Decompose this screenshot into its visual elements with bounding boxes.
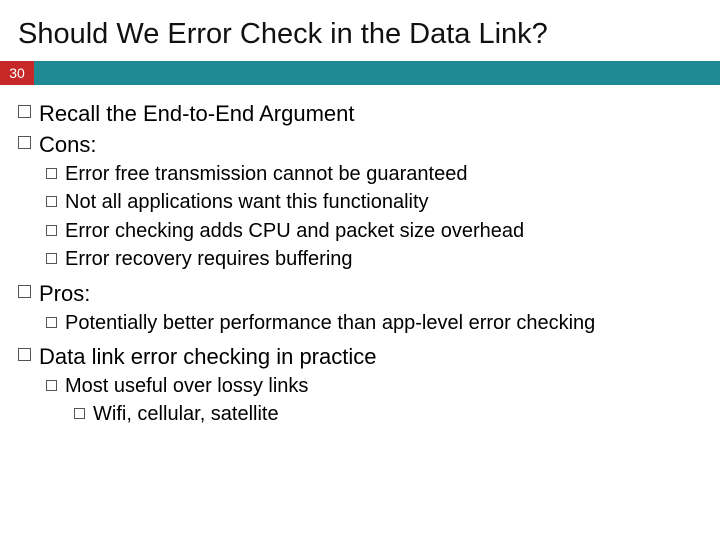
bullet-text: Pros:: [39, 279, 702, 308]
bullet-text: Recall the End-to-End Argument: [39, 99, 702, 128]
slide-number-badge: 30: [0, 61, 34, 85]
bullet-box-icon: [18, 348, 31, 361]
bullet-text: Error free transmission cannot be guaran…: [65, 161, 702, 187]
bullet-box-icon: [46, 225, 57, 236]
bullet-text: Most useful over lossy links: [65, 373, 702, 399]
bullet-text: Wifi, cellular, satellite: [93, 401, 702, 427]
bullet-box-icon: [18, 285, 31, 298]
bullet-pros: Pros:: [18, 279, 702, 308]
bullet-text: Not all applications want this functiona…: [65, 189, 702, 215]
bullet-box-icon: [46, 168, 57, 179]
bullet-box-icon: [74, 408, 85, 419]
bullet-box-icon: [18, 136, 31, 149]
slide-title: Should We Error Check in the Data Link?: [0, 18, 720, 61]
bullet-box-icon: [46, 253, 57, 264]
bullet-practice: Data link error checking in practice: [18, 342, 702, 371]
sub-sub-bullet: Wifi, cellular, satellite: [74, 401, 702, 427]
bullet-box-icon: [46, 317, 57, 328]
sub-bullet: Error checking adds CPU and packet size …: [46, 218, 702, 244]
bullet-box-icon: [46, 196, 57, 207]
sub-bullet: Most useful over lossy links: [46, 373, 702, 399]
header-bar-fill: [34, 61, 720, 85]
bullet-box-icon: [46, 380, 57, 391]
bullet-text: Cons:: [39, 130, 702, 159]
sub-bullet: Error recovery requires buffering: [46, 246, 702, 272]
slide-content: Recall the End-to-End Argument Cons: Err…: [0, 85, 720, 428]
sub-bullet: Not all applications want this functiona…: [46, 189, 702, 215]
slide: Should We Error Check in the Data Link? …: [0, 0, 720, 540]
bullet-text: Error checking adds CPU and packet size …: [65, 218, 702, 244]
sub-bullet: Potentially better performance than app-…: [46, 310, 702, 336]
bullet-cons: Cons:: [18, 130, 702, 159]
bullet-box-icon: [18, 105, 31, 118]
header-bar: 30: [0, 61, 720, 85]
sub-bullet: Error free transmission cannot be guaran…: [46, 161, 702, 187]
bullet-text: Potentially better performance than app-…: [65, 310, 702, 336]
bullet-text: Data link error checking in practice: [39, 342, 702, 371]
bullet-text: Error recovery requires buffering: [65, 246, 702, 272]
bullet-recall: Recall the End-to-End Argument: [18, 99, 702, 128]
